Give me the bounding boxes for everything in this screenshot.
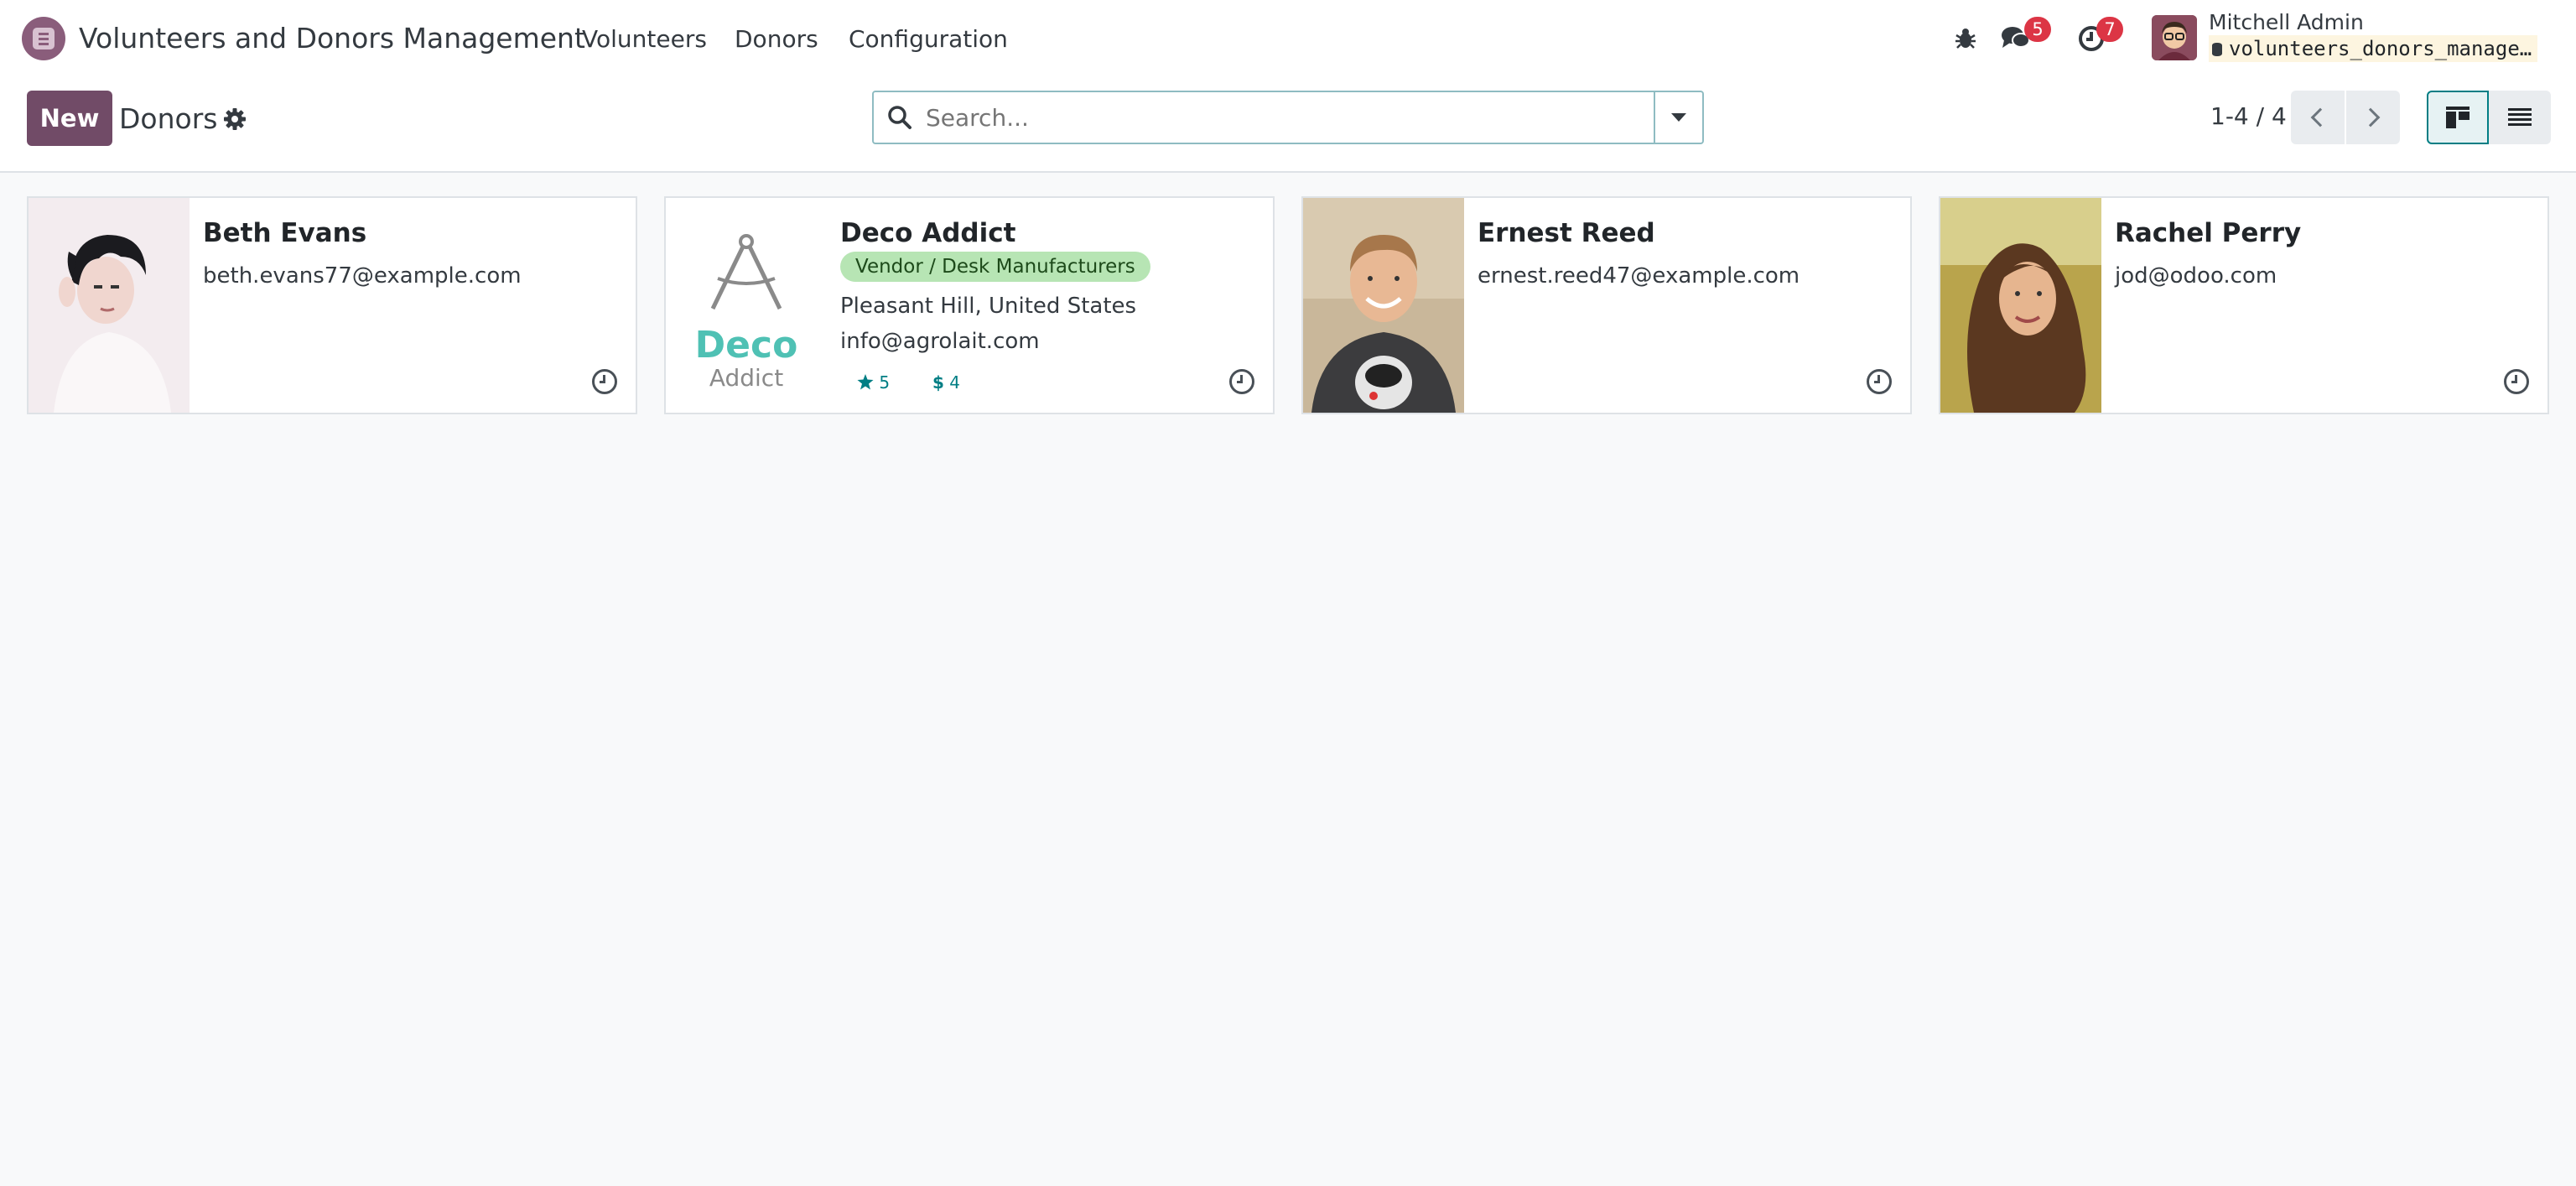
pager-previous-button[interactable] [2291, 91, 2345, 144]
app-icon[interactable] [22, 17, 65, 60]
menu-configuration[interactable]: Configuration [849, 25, 1008, 53]
kanban-icon [2446, 107, 2470, 128]
donor-photo [29, 198, 190, 413]
donor-email: ernest.reed47@example.com [1478, 263, 1800, 289]
category-tag: Vendor / Desk Manufacturers [840, 252, 1150, 282]
search-icon [887, 105, 912, 130]
new-button[interactable]: New [27, 91, 112, 146]
logo-text: Deco [694, 324, 798, 367]
rating-stat[interactable]: 5 [857, 372, 890, 393]
donor-email: info@agrolait.com [840, 329, 1040, 354]
debug-bug-icon[interactable] [1949, 22, 1982, 55]
dollar-icon: $ [932, 372, 944, 393]
donor-address: Pleasant Hill, United States [840, 294, 1137, 319]
donor-email: beth.evans77@example.com [203, 263, 522, 289]
company-logo: Deco Addict [666, 198, 827, 413]
pager-next-button[interactable] [2346, 91, 2400, 144]
database-icon [2212, 43, 2222, 56]
gear-icon[interactable] [223, 107, 247, 131]
list-icon [2508, 108, 2532, 126]
donor-card[interactable]: Rachel Perry jod@odoo.com [1939, 196, 2549, 414]
database-label: volunteers_donors_management [2229, 37, 2537, 60]
amount-stat[interactable]: $ 4 [932, 372, 960, 393]
donor-photo [1303, 198, 1464, 413]
donor-card[interactable]: Ernest Reed ernest.reed47@example.com [1301, 196, 1912, 414]
control-panel: New Donors 1-4 / 4 [0, 77, 2576, 173]
donor-name: Rachel Perry [2115, 218, 2302, 248]
donor-name: Deco Addict [840, 218, 1016, 248]
star-icon [857, 374, 874, 390]
app-name[interactable]: Volunteers and Donors Management [79, 22, 585, 55]
donor-name: Ernest Reed [1478, 218, 1655, 248]
menu-donors[interactable]: Donors [735, 25, 818, 53]
activity-clock-icon[interactable] [592, 369, 617, 394]
activity-clock-icon[interactable] [1867, 369, 1892, 394]
search-options-toggle[interactable] [1654, 92, 1702, 143]
chevron-down-icon [1671, 113, 1686, 122]
breadcrumb: Donors [119, 102, 218, 135]
activities-badge: 7 [2096, 17, 2123, 42]
search-bar [872, 91, 1704, 144]
top-navbar: Volunteers and Donors Management Volunte… [0, 0, 2576, 77]
kanban-view-button[interactable] [2427, 91, 2489, 144]
activity-clock-icon[interactable] [2504, 369, 2529, 394]
donor-card[interactable]: Beth Evans beth.evans77@example.com [27, 196, 637, 414]
activity-clock-icon[interactable] [1229, 369, 1254, 394]
user-name[interactable]: Mitchell Admin [2209, 10, 2364, 34]
messages-badge: 5 [2024, 17, 2051, 42]
amount-count: 4 [949, 372, 961, 393]
rating-count: 5 [879, 372, 891, 393]
donor-card[interactable]: Deco Addict Deco Addict Vendor / Desk Ma… [664, 196, 1275, 414]
pager-value[interactable]: 1-4 / 4 [2210, 102, 2287, 130]
donor-name: Beth Evans [203, 218, 367, 248]
donor-photo [1940, 198, 2101, 413]
donor-email: jod@odoo.com [2115, 263, 2277, 289]
user-avatar[interactable] [2152, 15, 2197, 60]
chevron-right-icon [2360, 107, 2381, 127]
menu-volunteers[interactable]: Volunteers [582, 25, 707, 53]
chevron-left-icon [2310, 107, 2330, 127]
list-view-button[interactable] [2489, 91, 2551, 144]
logo-subtext: Addict [709, 364, 784, 392]
search-input[interactable] [926, 101, 1680, 134]
database-name: volunteers_donors_management [2209, 35, 2537, 62]
